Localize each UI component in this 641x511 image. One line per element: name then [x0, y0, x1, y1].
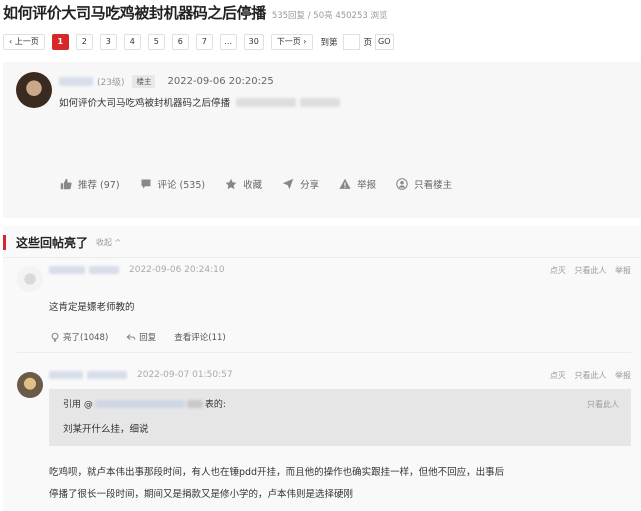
share-button[interactable]: 分享 — [282, 177, 319, 191]
page-2-button[interactable]: 2 — [75, 33, 93, 50]
only-op-button[interactable]: 只看楼主 — [396, 177, 452, 191]
reply-time: 2022-09-07 01:50:57 — [137, 370, 233, 380]
reply-arrow-icon — [126, 334, 136, 340]
thread-header: 如何评价大司马吃鸡被封机器码之后停播 535回复 / 50亮 450253 浏览 — [3, 2, 387, 24]
next-page-button[interactable]: 下一页 › — [270, 33, 313, 50]
post-actions: 推荐 (97) 评论 (535) 收藏 分享 举报 只看楼主 — [60, 177, 472, 191]
quote-header: 引用 @ 表的: — [63, 397, 226, 410]
go-button[interactable]: GO — [375, 33, 394, 50]
reply-meta: 2022-09-07 01:50:57 — [49, 370, 233, 380]
comment-label: 评论 (535) — [157, 180, 206, 191]
page-3-button[interactable]: 3 — [99, 33, 117, 50]
redacted-text — [236, 97, 297, 107]
reply-text: 这肯定是嫖老师教的 — [49, 302, 135, 313]
paper-plane-icon — [282, 178, 294, 190]
post-body: 如何评价大司马吃鸡被封机器码之后停播 — [59, 95, 341, 109]
collapse-toggle[interactable]: 收起 ^ — [96, 237, 121, 248]
reply-ops: 点灭 只看此人 举报 — [544, 370, 631, 381]
warning-icon — [339, 178, 351, 189]
hot-replies-section: 这些回帖亮了 收起 ^ 2022-09-06 20:24:10 点灭 只看此人 … — [3, 226, 641, 511]
thread-title: 如何评价大司马吃鸡被封机器码之后停播 — [3, 4, 266, 22]
quoted-reply: 引用 @ 表的: 只看此人 刘某开什么挂，细说 — [49, 389, 631, 446]
reply-text-line-1: 吃鸡呗，就卢本伟出事那段时间，有人也在锤pdd开挂，而且他的操作也确实跟挂一样，… — [49, 467, 505, 478]
hot-replies-header: 这些回帖亮了 收起 ^ — [3, 234, 121, 251]
comment-icon — [141, 179, 151, 189]
view-comments-label: 查看评论(11) — [174, 333, 226, 343]
dislike-button[interactable]: 点灭 — [550, 371, 566, 380]
pagination: ‹ 上一页 1 2 3 4 5 6 7 ... 30 下一页 › 到第 页 GO — [3, 33, 394, 50]
reply-button[interactable]: 回复 — [126, 331, 156, 343]
reply-text-line-2: 停播了很长一段时间，期间又是捐款又是修小学的，卢本伟则是选择硬刚 — [49, 489, 354, 500]
section-gap — [0, 218, 641, 226]
page-number-input[interactable] — [342, 33, 360, 50]
op-badge: 楼主 — [132, 75, 156, 88]
only-op-label: 只看楼主 — [414, 180, 453, 191]
thread-stats: 535回复 / 50亮 450253 浏览 — [271, 11, 388, 21]
page-unit-label: 页 — [363, 37, 373, 48]
reply-label: 回复 — [139, 333, 157, 343]
collect-label: 收藏 — [243, 180, 263, 191]
post-time: 2022-09-06 20:20:25 — [167, 76, 274, 87]
quoted-username[interactable] — [94, 399, 185, 408]
divider — [17, 352, 631, 353]
page-1-button[interactable]: 1 — [51, 33, 69, 50]
op-username[interactable] — [59, 77, 93, 86]
only-this-user-button[interactable]: 只看此人 — [574, 371, 606, 380]
post-text: 如何评价大司马吃鸡被封机器码之后停播 — [59, 98, 231, 109]
quote-suffix: 表的: — [204, 400, 226, 410]
report-button[interactable]: 举报 — [339, 177, 376, 191]
report-label: 举报 — [357, 180, 377, 191]
reply-avatar[interactable] — [17, 372, 43, 398]
reply-meta: 2022-09-06 20:24:10 — [49, 265, 225, 275]
accent-bar — [3, 235, 6, 250]
goto-label: 到第 — [320, 37, 338, 48]
person-icon — [396, 178, 408, 190]
recommend-button[interactable]: 推荐 (97) — [60, 177, 120, 191]
reply-item: 2022-09-07 01:50:57 点灭 只看此人 举报 引用 @ 表的: … — [3, 363, 641, 511]
reply-avatar[interactable] — [17, 266, 43, 292]
redacted-text — [186, 399, 203, 408]
reply-username-suffix — [87, 371, 127, 379]
reply-username-suffix — [89, 266, 119, 274]
star-icon — [225, 178, 237, 190]
op-level: (23级) — [97, 78, 125, 88]
view-comments-button[interactable]: 查看评论(11) — [174, 331, 225, 343]
quote-only-user-button[interactable]: 只看此人 — [587, 399, 619, 410]
prev-page-button[interactable]: ‹ 上一页 — [3, 33, 45, 50]
reply-ops: 点灭 只看此人 举报 — [544, 265, 631, 276]
page-6-button[interactable]: 6 — [171, 33, 189, 50]
share-label: 分享 — [300, 180, 320, 191]
reply-item: 2022-09-06 20:24:10 点灭 只看此人 举报 这肯定是嫖老师教的… — [3, 258, 641, 353]
lightbulb-icon — [51, 332, 59, 342]
ellipsis-button[interactable]: ... — [219, 33, 237, 50]
reply-username[interactable] — [49, 266, 85, 274]
page-30-button[interactable]: 30 — [243, 33, 264, 50]
reply-actions: 亮了(1048) 回复 查看评论(11) — [50, 331, 244, 343]
op-meta: (23级) 楼主 2022-09-06 20:20:25 — [59, 75, 274, 88]
thumbs-up-icon — [60, 178, 72, 190]
page-7-button[interactable]: 7 — [195, 33, 213, 50]
redacted-text — [300, 97, 341, 107]
quote-prefix: 引用 @ — [63, 400, 93, 410]
page-4-button[interactable]: 4 — [123, 33, 141, 50]
light-count: 亮了(1048) — [63, 333, 109, 343]
collect-button[interactable]: 收藏 — [225, 177, 262, 191]
report-reply-button[interactable]: 举报 — [615, 371, 631, 380]
reply-time: 2022-09-06 20:24:10 — [129, 265, 225, 275]
comment-button[interactable]: 评论 (535) — [140, 177, 206, 191]
report-reply-button[interactable]: 举报 — [615, 266, 631, 275]
main-post: (23级) 楼主 2022-09-06 20:20:25 如何评价大司马吃鸡被封… — [3, 62, 641, 218]
hot-replies-title: 这些回帖亮了 — [16, 236, 89, 250]
light-button[interactable]: 亮了(1048) — [50, 331, 108, 343]
dislike-button[interactable]: 点灭 — [550, 266, 566, 275]
quote-text: 刘某开什么挂，细说 — [63, 424, 149, 435]
recommend-label: 推荐 (97) — [78, 180, 120, 191]
page-5-button[interactable]: 5 — [147, 33, 165, 50]
reply-username[interactable] — [49, 371, 83, 379]
only-this-user-button[interactable]: 只看此人 — [574, 266, 606, 275]
op-avatar[interactable] — [16, 72, 52, 108]
